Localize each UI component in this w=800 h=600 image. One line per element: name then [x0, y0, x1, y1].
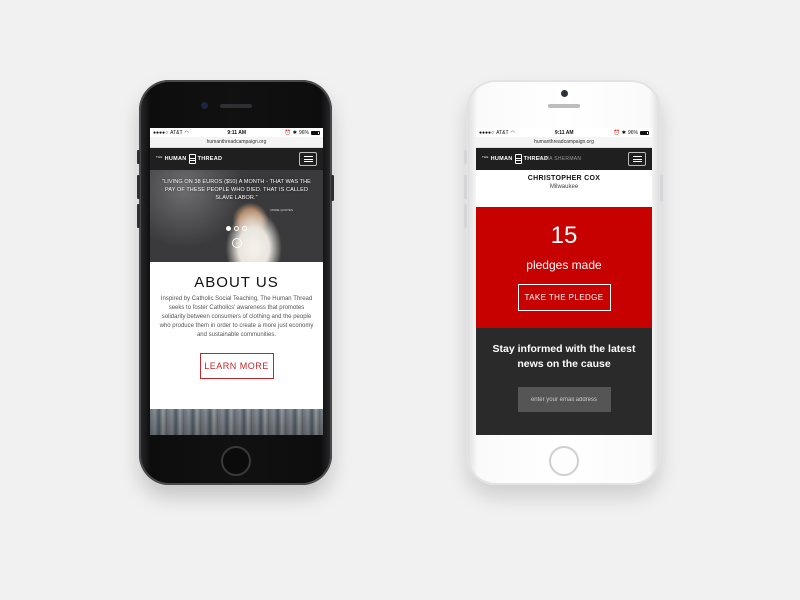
- carrier-label: AT&T: [170, 129, 183, 136]
- front-camera: [561, 90, 568, 97]
- menu-icon-bar: [303, 156, 313, 157]
- signal-icon: ●●●●○: [153, 129, 169, 136]
- battery-icon: [310, 130, 320, 135]
- thread-spool-icon: [188, 154, 196, 164]
- signal-icon: ●●●●○: [479, 129, 495, 136]
- logo-word-human: HUMAN: [164, 156, 187, 162]
- logo-small-text: THE: [156, 155, 163, 159]
- logo-small-text: THE: [482, 155, 489, 159]
- earpiece-speaker: [219, 104, 252, 108]
- pledger-name: CHRISTOPHER COX: [527, 175, 601, 182]
- volume-down-button: [464, 204, 467, 228]
- menu-icon-bar: [632, 161, 642, 162]
- earpiece-speaker: [547, 104, 580, 108]
- home-button: [220, 446, 251, 476]
- slider-dot[interactable]: [242, 226, 247, 231]
- menu-icon-bar: [303, 161, 313, 162]
- pledger-card: CHRISTOPHER COX Milwaukee: [476, 170, 652, 207]
- slider-dots: [150, 226, 323, 231]
- battery-label: 96%: [298, 129, 309, 136]
- about-section: ABOUT US Inspired by Catholic Social Tea…: [150, 262, 323, 409]
- menu-button[interactable]: [628, 152, 646, 166]
- menu-icon-bar: [632, 158, 642, 160]
- battery-label: 96%: [627, 129, 638, 136]
- alarm-icon: ⏰: [284, 129, 291, 136]
- learn-more-button[interactable]: LEARN MORE: [199, 353, 274, 379]
- hero-quote: "LIVING ON 38 EUROS ($50) A MONTH - THAT…: [162, 179, 311, 201]
- email-field[interactable]: [517, 387, 611, 412]
- menu-icon-bar: [632, 156, 642, 157]
- time-label: 9:11 AM: [554, 129, 574, 136]
- status-bar: ●●●●○ AT&T ◠ 9:11 AM ⏰ ✱ 96%: [476, 128, 652, 137]
- url-bar[interactable]: humanthreadcampaign.org: [150, 137, 323, 148]
- screen-right: ●●●●○ AT&T ◠ 9:11 AM ⏰ ✱ 96% humanthread…: [476, 128, 652, 435]
- phone-white: ●●●●○ AT&T ◠ 9:11 AM ⏰ ✱ 96% humanthread…: [464, 80, 663, 485]
- newsletter-section: Stay informed with the latest news on th…: [476, 328, 652, 435]
- front-camera: [201, 102, 208, 109]
- bluetooth-icon: ✱: [621, 129, 626, 136]
- site-header: THE HUMAN THREAD ALMA SHERMAN: [476, 148, 652, 170]
- menu-icon-bar: [303, 158, 313, 160]
- down-arrow-icon[interactable]: ↓: [231, 238, 242, 248]
- carrier-label: AT&T: [496, 129, 509, 136]
- home-button: [548, 446, 579, 476]
- logo-word-thread: THREAD: [197, 156, 223, 162]
- hero-slider: "LIVING ON 38 EUROS ($50) A MONTH - THAT…: [150, 170, 323, 262]
- take-the-pledge-button[interactable]: TAKE THE PLEDGE: [517, 284, 611, 311]
- volume-down-button: [137, 204, 140, 228]
- menu-button[interactable]: [299, 152, 317, 166]
- overlapping-pledger-name: ALMA SHERMAN: [538, 156, 582, 162]
- pledger-city: Milwaukee: [549, 184, 579, 190]
- more-quotes-link[interactable]: MORE QUOTES: [270, 208, 293, 212]
- pledge-section: 15 pledges made TAKE THE PLEDGE: [476, 207, 652, 328]
- battery-icon: [639, 130, 649, 135]
- screen-left: ●●●●○ AT&T ◠ 9:11 AM ⏰ ✱ 96% humanthread…: [150, 128, 323, 435]
- volume-up-button: [464, 175, 467, 199]
- mute-switch: [464, 150, 467, 164]
- slider-dot[interactable]: [234, 226, 239, 231]
- url-bar[interactable]: humanthreadcampaign.org: [476, 137, 652, 148]
- slider-dot[interactable]: [226, 226, 231, 231]
- power-button: [660, 175, 663, 201]
- wifi-icon: ◠: [184, 129, 189, 136]
- bottom-photo: [150, 409, 323, 435]
- site-logo[interactable]: THE HUMAN THREAD: [156, 154, 222, 164]
- newsletter-title: Stay informed with the latest news on th…: [492, 343, 636, 370]
- about-heading: ABOUT US: [194, 274, 279, 291]
- thread-spool-icon: [514, 154, 522, 164]
- mute-switch: [137, 150, 140, 164]
- time-label: 9:11 AM: [227, 129, 247, 136]
- about-body: Inspired by Catholic Social Teaching, Th…: [159, 296, 314, 338]
- wifi-icon: ◠: [510, 129, 515, 136]
- pledge-label: pledges made: [526, 258, 602, 272]
- status-bar: ●●●●○ AT&T ◠ 9:11 AM ⏰ ✱ 96%: [150, 128, 323, 137]
- site-header: THE HUMAN THREAD: [150, 148, 323, 170]
- logo-word-human: HUMAN: [490, 156, 513, 162]
- bluetooth-icon: ✱: [292, 129, 297, 136]
- pledge-count: 15: [550, 222, 578, 249]
- phone-black: ●●●●○ AT&T ◠ 9:11 AM ⏰ ✱ 96% humanthread…: [137, 80, 334, 485]
- alarm-icon: ⏰: [613, 129, 620, 136]
- volume-up-button: [137, 175, 140, 199]
- power-button: [331, 175, 334, 201]
